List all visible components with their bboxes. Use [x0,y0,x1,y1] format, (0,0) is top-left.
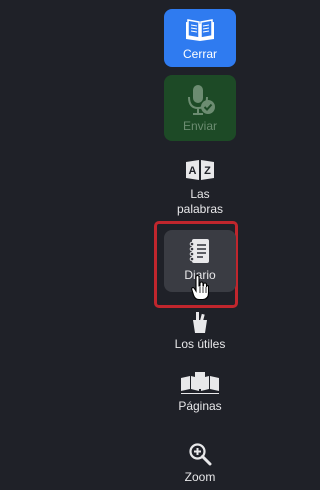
zoom-in-icon [188,442,212,466]
close-label: Cerrar [182,47,217,61]
hand-pointer-icon [191,274,210,301]
words-label-line2: palabras [176,202,224,216]
zoom-label: Zoom [184,470,216,484]
send-label: Enviar [182,119,217,133]
notebook-icon [189,238,211,264]
close-button[interactable]: Cerrar [164,9,236,67]
open-book-icon [183,16,217,44]
az-dictionary-icon: A Z [185,158,215,182]
microphone-check-icon [183,83,217,117]
pages-button[interactable]: Páginas [164,368,236,418]
svg-text:Z: Z [204,165,211,177]
toolbar: Cerrar Enviar A Z Las palabras Diario Lo… [0,0,241,484]
tools-label: Los útiles [174,337,226,351]
words-label-line1: Las [190,187,210,201]
pencil-cup-icon [189,312,211,334]
send-button[interactable]: Enviar [164,75,236,141]
svg-text:A: A [189,165,197,177]
pages-label: Páginas [178,399,222,413]
zoom-button[interactable]: Zoom [164,440,236,490]
words-button[interactable]: A Z Las palabras [164,158,236,218]
pages-icon [180,372,220,394]
tools-button[interactable]: Los útiles [164,312,236,352]
